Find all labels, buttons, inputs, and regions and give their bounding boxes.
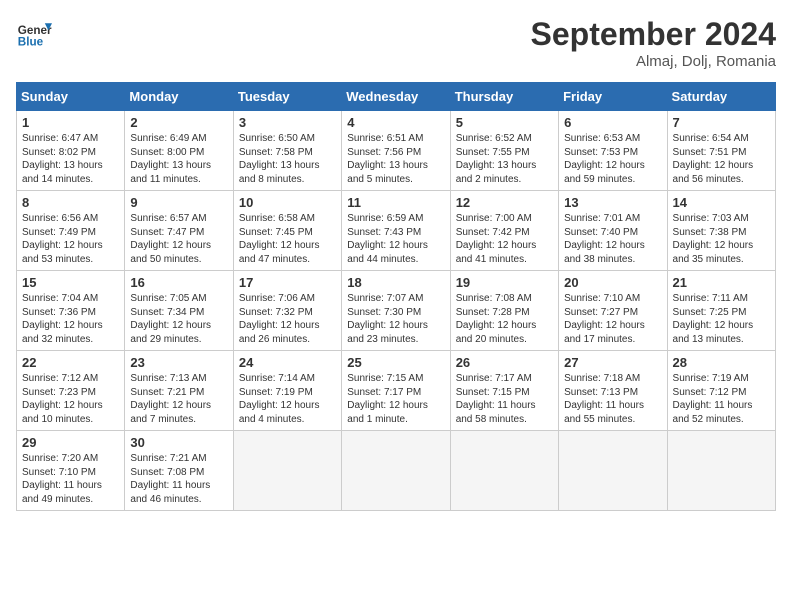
calendar-row: 15Sunrise: 7:04 AMSunset: 7:36 PMDayligh… <box>17 271 776 351</box>
calendar-row: 8Sunrise: 6:56 AMSunset: 7:49 PMDaylight… <box>17 191 776 271</box>
calendar-cell: 30Sunrise: 7:21 AMSunset: 7:08 PMDayligh… <box>125 431 233 511</box>
calendar-cell: 12Sunrise: 7:00 AMSunset: 7:42 PMDayligh… <box>450 191 558 271</box>
calendar-cell: 26Sunrise: 7:17 AMSunset: 7:15 PMDayligh… <box>450 351 558 431</box>
calendar-cell: 24Sunrise: 7:14 AMSunset: 7:19 PMDayligh… <box>233 351 341 431</box>
page-header: General Blue September 2024 Almaj, Dolj,… <box>16 16 776 70</box>
calendar-cell: 15Sunrise: 7:04 AMSunset: 7:36 PMDayligh… <box>17 271 125 351</box>
calendar-cell: 13Sunrise: 7:01 AMSunset: 7:40 PMDayligh… <box>559 191 667 271</box>
calendar-cell-empty <box>233 431 341 511</box>
calendar-cell: 14Sunrise: 7:03 AMSunset: 7:38 PMDayligh… <box>667 191 775 271</box>
calendar-cell: 10Sunrise: 6:58 AMSunset: 7:45 PMDayligh… <box>233 191 341 271</box>
weekday-header: Saturday <box>667 83 775 111</box>
calendar-cell: 2Sunrise: 6:49 AMSunset: 8:00 PMDaylight… <box>125 111 233 191</box>
title-block: September 2024 Almaj, Dolj, Romania <box>531 16 776 70</box>
calendar-cell: 7Sunrise: 6:54 AMSunset: 7:51 PMDaylight… <box>667 111 775 191</box>
calendar-cell: 28Sunrise: 7:19 AMSunset: 7:12 PMDayligh… <box>667 351 775 431</box>
location: Almaj, Dolj, Romania <box>531 53 776 70</box>
month-title: September 2024 <box>531 16 776 53</box>
calendar-row: 1Sunrise: 6:47 AMSunset: 8:02 PMDaylight… <box>17 111 776 191</box>
calendar-cell: 21Sunrise: 7:11 AMSunset: 7:25 PMDayligh… <box>667 271 775 351</box>
calendar-cell-empty <box>559 431 667 511</box>
calendar-cell-empty <box>450 431 558 511</box>
calendar-cell: 20Sunrise: 7:10 AMSunset: 7:27 PMDayligh… <box>559 271 667 351</box>
calendar-cell: 16Sunrise: 7:05 AMSunset: 7:34 PMDayligh… <box>125 271 233 351</box>
calendar-cell: 22Sunrise: 7:12 AMSunset: 7:23 PMDayligh… <box>17 351 125 431</box>
calendar-cell: 11Sunrise: 6:59 AMSunset: 7:43 PMDayligh… <box>342 191 450 271</box>
logo: General Blue <box>16 16 52 52</box>
calendar-cell: 8Sunrise: 6:56 AMSunset: 7:49 PMDaylight… <box>17 191 125 271</box>
calendar-cell: 4Sunrise: 6:51 AMSunset: 7:56 PMDaylight… <box>342 111 450 191</box>
calendar-cell: 9Sunrise: 6:57 AMSunset: 7:47 PMDaylight… <box>125 191 233 271</box>
calendar-row: 29Sunrise: 7:20 AMSunset: 7:10 PMDayligh… <box>17 431 776 511</box>
calendar-cell: 3Sunrise: 6:50 AMSunset: 7:58 PMDaylight… <box>233 111 341 191</box>
weekday-header: Monday <box>125 83 233 111</box>
calendar-cell: 18Sunrise: 7:07 AMSunset: 7:30 PMDayligh… <box>342 271 450 351</box>
calendar-cell: 25Sunrise: 7:15 AMSunset: 7:17 PMDayligh… <box>342 351 450 431</box>
calendar-row: 22Sunrise: 7:12 AMSunset: 7:23 PMDayligh… <box>17 351 776 431</box>
calendar-table: SundayMondayTuesdayWednesdayThursdayFrid… <box>16 82 776 511</box>
calendar-cell: 19Sunrise: 7:08 AMSunset: 7:28 PMDayligh… <box>450 271 558 351</box>
calendar-cell: 23Sunrise: 7:13 AMSunset: 7:21 PMDayligh… <box>125 351 233 431</box>
calendar-cell: 27Sunrise: 7:18 AMSunset: 7:13 PMDayligh… <box>559 351 667 431</box>
weekday-header: Sunday <box>17 83 125 111</box>
svg-text:Blue: Blue <box>18 36 44 49</box>
calendar-cell: 29Sunrise: 7:20 AMSunset: 7:10 PMDayligh… <box>17 431 125 511</box>
header-row: SundayMondayTuesdayWednesdayThursdayFrid… <box>17 83 776 111</box>
calendar-cell-empty <box>342 431 450 511</box>
calendar-cell-empty <box>667 431 775 511</box>
calendar-cell: 5Sunrise: 6:52 AMSunset: 7:55 PMDaylight… <box>450 111 558 191</box>
calendar-cell: 17Sunrise: 7:06 AMSunset: 7:32 PMDayligh… <box>233 271 341 351</box>
weekday-header: Thursday <box>450 83 558 111</box>
calendar-cell: 1Sunrise: 6:47 AMSunset: 8:02 PMDaylight… <box>17 111 125 191</box>
calendar-cell: 6Sunrise: 6:53 AMSunset: 7:53 PMDaylight… <box>559 111 667 191</box>
weekday-header: Friday <box>559 83 667 111</box>
weekday-header: Wednesday <box>342 83 450 111</box>
weekday-header: Tuesday <box>233 83 341 111</box>
logo-icon: General Blue <box>16 16 52 52</box>
